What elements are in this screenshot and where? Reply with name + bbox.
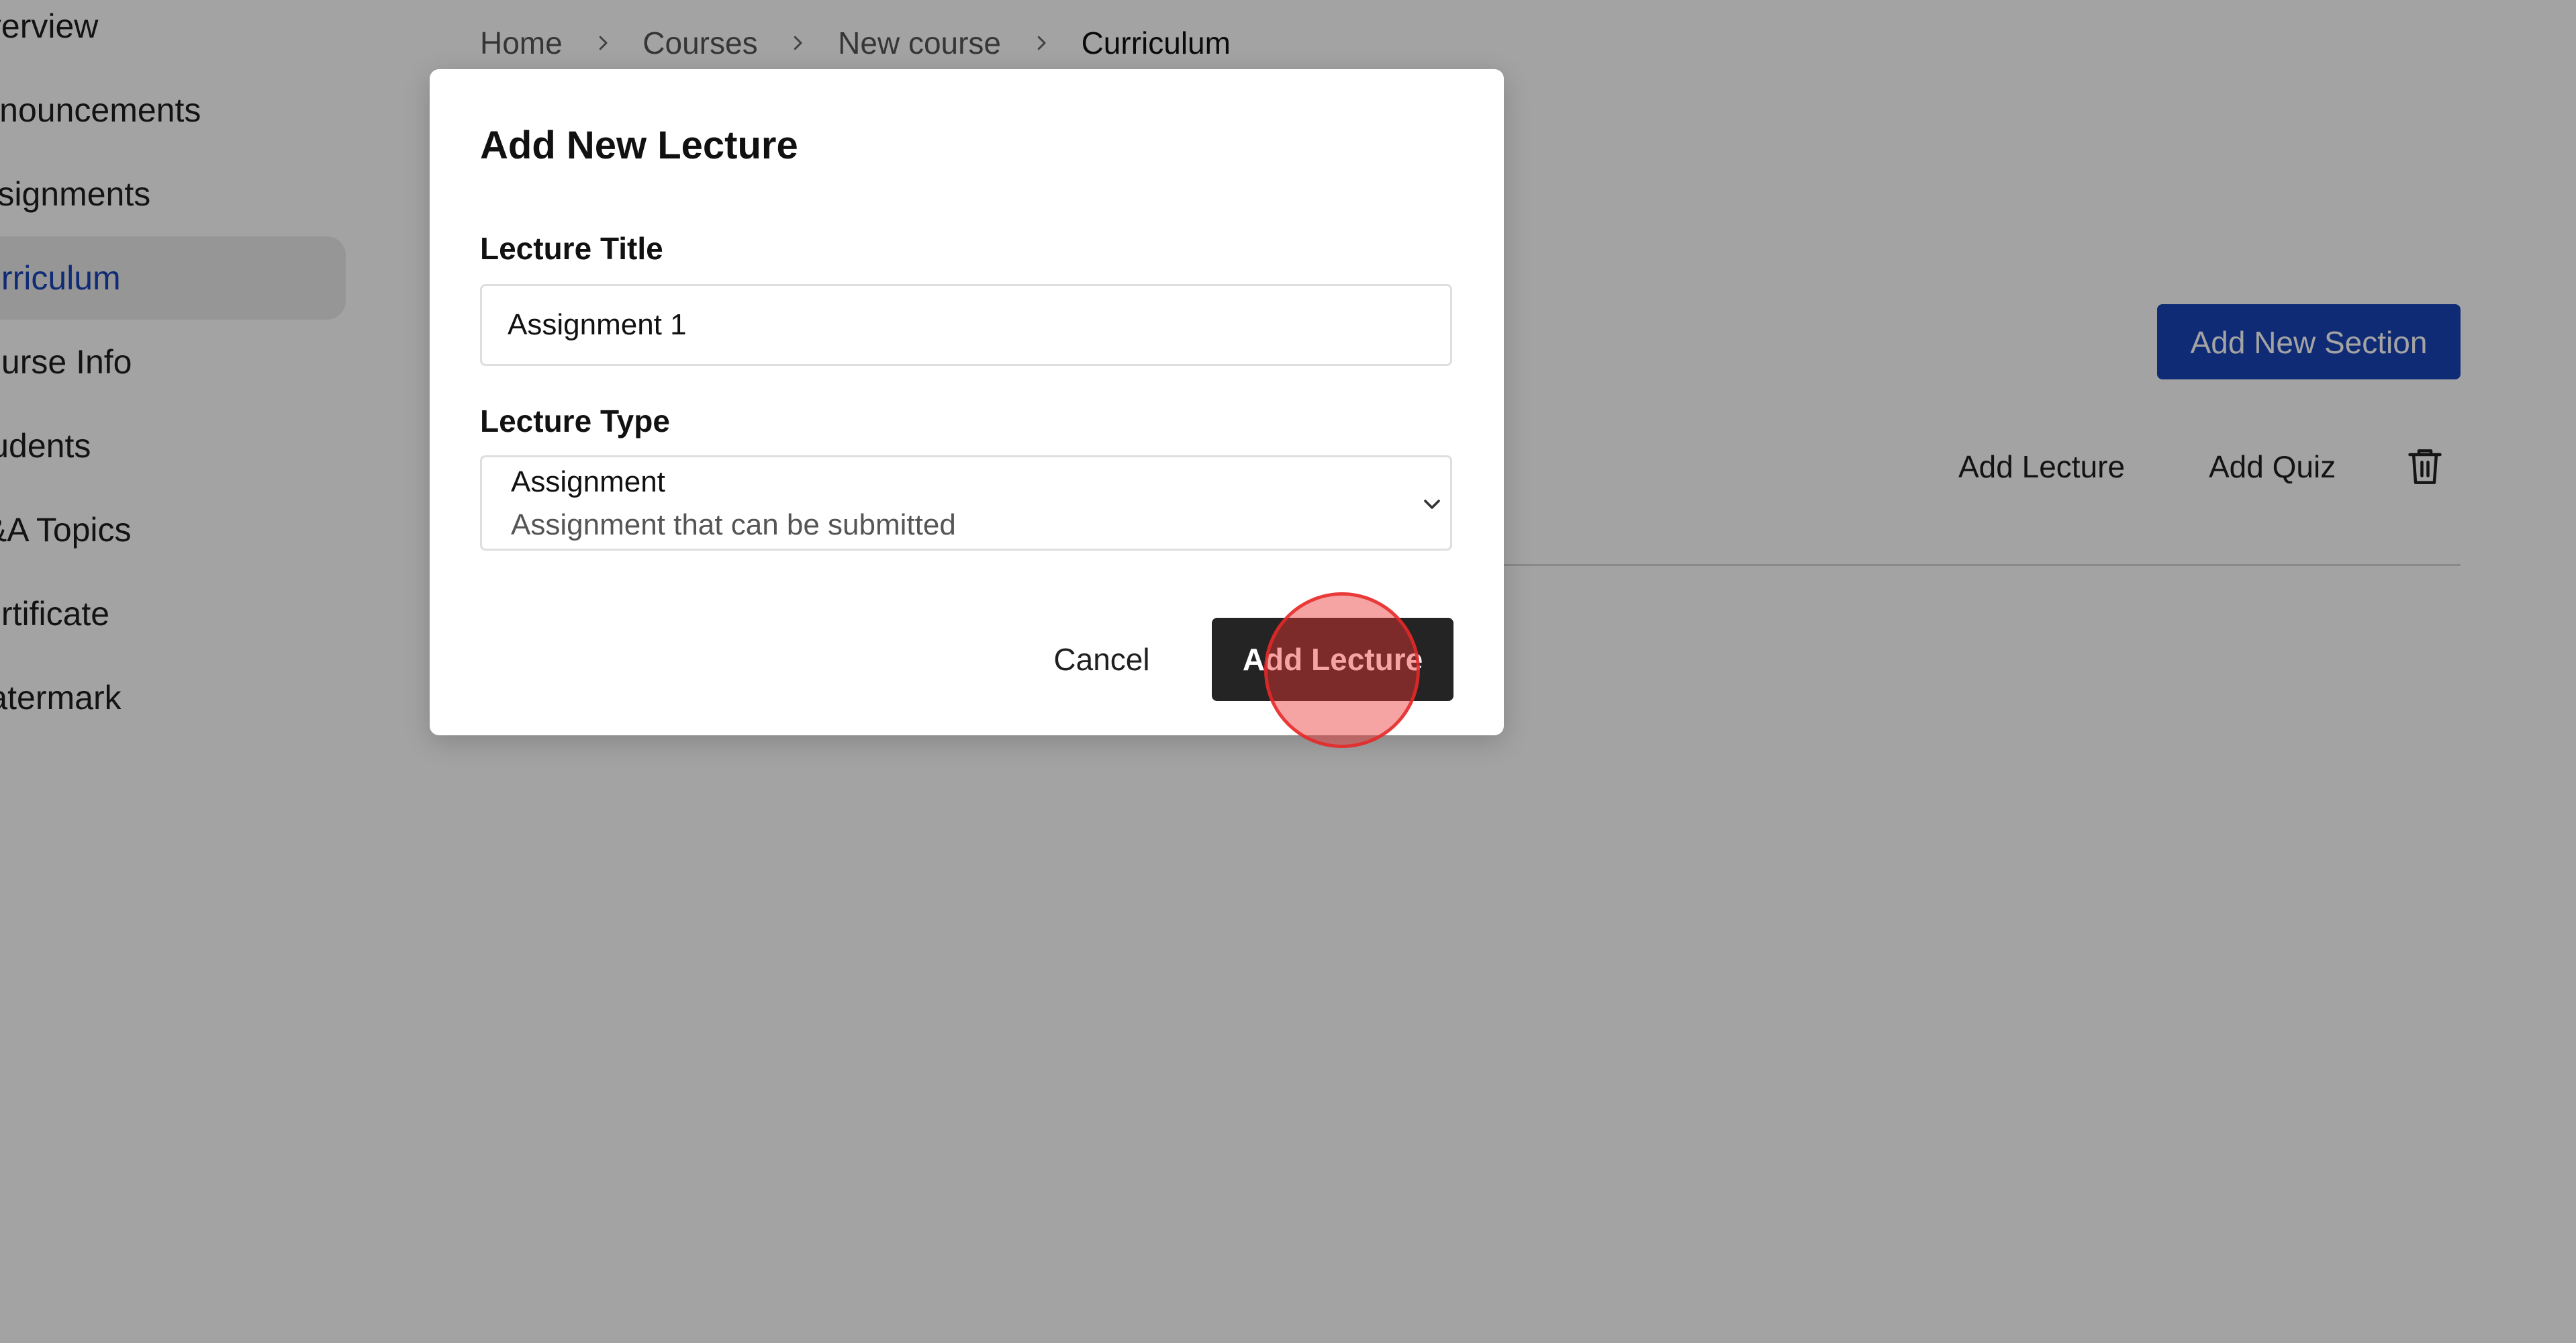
cancel-button[interactable]: Cancel [1011,618,1192,701]
lecture-title-label: Lecture Title [480,231,663,266]
dialog-title: Add New Lecture [480,124,798,167]
lecture-type-select[interactable]: Assignment Assignment that can be submit… [480,455,1452,551]
lecture-type-label: Lecture Type [480,404,670,438]
lecture-type-description: Assignment that can be submitted [511,508,956,541]
chevron-down-icon [1424,500,1440,509]
lecture-title-input[interactable] [480,284,1452,366]
click-indicator [1264,592,1420,748]
lecture-type-value: Assignment [511,465,665,498]
